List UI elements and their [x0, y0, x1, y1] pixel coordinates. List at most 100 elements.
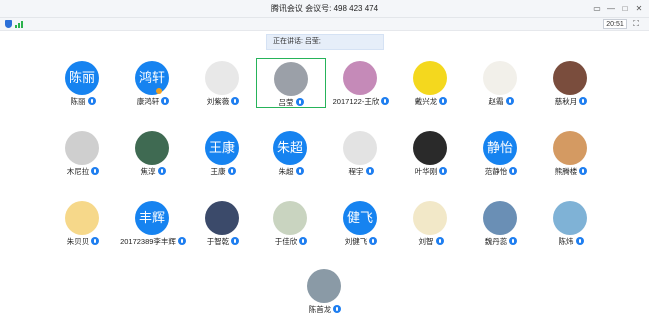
participant-tile[interactable]: 魏丹蕊	[466, 198, 536, 248]
participant-avatar: 丰辉	[135, 201, 169, 235]
participant-tile[interactable]: 陈首龙	[290, 266, 360, 316]
participant-avatar	[553, 131, 587, 165]
participant-tile[interactable]: 赵霜	[466, 58, 536, 108]
participant-tile[interactable]: 焦淳	[118, 128, 188, 178]
microphone-icon[interactable]	[509, 167, 518, 175]
participant-avatar	[343, 131, 377, 165]
participant-avatar: 陈丽	[65, 61, 99, 95]
microphone-icon[interactable]	[231, 237, 240, 245]
participant-name: 焦淳	[140, 167, 156, 176]
participant-tile[interactable]: 王康 王康	[188, 128, 258, 178]
network-signal-icon[interactable]	[15, 21, 23, 28]
participant-label: 慈秋月	[536, 96, 606, 107]
microphone-icon[interactable]	[91, 167, 100, 175]
participant-label: 吕莹	[257, 97, 325, 108]
participant-tile[interactable]: 叶华刚	[396, 128, 466, 178]
participant-tile[interactable]: 戴兴龙	[396, 58, 466, 108]
microphone-icon[interactable]	[575, 237, 584, 245]
participant-tile[interactable]: 吕莹	[256, 58, 326, 108]
participant-tile[interactable]: 静怡 范静怡	[466, 128, 536, 178]
microphone-icon[interactable]	[579, 167, 588, 175]
participant-label: 戴兴龙	[396, 96, 466, 107]
title-bar: 腾讯会议 会议号: 498 423 474 ▭ — □ ✕	[0, 0, 649, 18]
microphone-icon[interactable]	[369, 237, 378, 245]
microphone-icon[interactable]	[227, 167, 236, 175]
participant-tile[interactable]: 陈炜	[536, 198, 606, 248]
fullscreen-icon[interactable]: ⛶	[631, 19, 641, 29]
microphone-icon[interactable]	[439, 97, 448, 105]
participant-name: 朱超	[278, 167, 294, 176]
participant-tile[interactable]: 慈秋月	[536, 58, 606, 108]
microphone-icon[interactable]	[299, 237, 308, 245]
participant-tile[interactable]: 熊腾楼	[536, 128, 606, 178]
microphone-icon[interactable]	[579, 97, 588, 105]
participant-name: 熊腾楼	[554, 167, 578, 176]
participant-label: 焦淳	[118, 166, 188, 177]
participant-name: 木尼拉	[66, 167, 90, 176]
maximize-icon[interactable]: □	[619, 2, 631, 15]
microphone-icon[interactable]	[161, 97, 170, 105]
microphone-icon[interactable]	[177, 237, 186, 245]
participant-tile[interactable]: 木尼拉	[48, 128, 118, 178]
microphone-icon[interactable]	[157, 167, 166, 175]
microphone-icon[interactable]	[435, 237, 444, 245]
participant-tile[interactable]: 丰辉 20172389李丰辉	[118, 198, 188, 248]
microphone-icon[interactable]	[439, 167, 448, 175]
participant-name: 朱贝贝	[66, 237, 90, 246]
participant-name: 康鸿轩	[136, 97, 160, 106]
participant-tile[interactable]: 陈丽 陈丽	[48, 58, 118, 108]
participant-label: 朱贝贝	[48, 236, 118, 247]
microphone-icon[interactable]	[295, 167, 304, 175]
participant-label: 王康	[188, 166, 258, 177]
participant-label: 叶华刚	[396, 166, 466, 177]
participant-label: 刘健飞	[326, 236, 396, 247]
minimize-icon[interactable]: —	[605, 2, 617, 15]
participant-avatar: 朱超	[273, 131, 307, 165]
microphone-icon[interactable]	[509, 237, 518, 245]
participant-tile[interactable]: 朱超 朱超	[256, 128, 326, 178]
participant-label: 刘智	[396, 236, 466, 247]
participant-name: 20172389李丰辉	[120, 237, 176, 246]
participant-name: 叶华刚	[414, 167, 438, 176]
participant-tile[interactable]: 刘紫薇	[188, 58, 258, 108]
participant-name: 于智乾	[206, 237, 230, 246]
microphone-icon[interactable]	[231, 97, 240, 105]
microphone-icon[interactable]	[91, 237, 100, 245]
meeting-time: 20:51	[603, 19, 627, 29]
participant-label: 于佳欣	[256, 236, 326, 247]
participant-label: 陈炜	[536, 236, 606, 247]
microphone-icon[interactable]	[381, 97, 390, 105]
participant-avatar	[65, 201, 99, 235]
participant-tile[interactable]: 刘智	[396, 198, 466, 248]
participant-tile[interactable]: 程宇	[326, 128, 396, 178]
participant-name: 魏丹蕊	[484, 237, 508, 246]
participant-tile[interactable]: 健飞 刘健飞	[326, 198, 396, 248]
participant-name: 陈炜	[558, 237, 574, 246]
participant-avatar	[273, 201, 307, 235]
participant-name: 于佳欣	[274, 237, 298, 246]
security-shield-icon[interactable]	[5, 20, 12, 28]
participant-tile[interactable]: 于佳欣	[256, 198, 326, 248]
participant-avatar	[205, 61, 239, 95]
microphone-icon[interactable]	[333, 305, 342, 313]
participant-name: 刘健飞	[344, 237, 368, 246]
participant-tile[interactable]: 于智乾	[188, 198, 258, 248]
participant-tile[interactable]: 鸿轩 康鸿轩	[118, 58, 188, 108]
microphone-icon[interactable]	[295, 98, 304, 106]
participant-avatar	[553, 61, 587, 95]
microphone-icon[interactable]	[365, 167, 374, 175]
participant-tile[interactable]: 朱贝贝	[48, 198, 118, 248]
participant-name: 2017122-王欣	[332, 97, 380, 106]
microphone-icon[interactable]	[505, 97, 514, 105]
participant-avatar	[413, 61, 447, 95]
close-icon[interactable]: ✕	[633, 2, 645, 15]
participant-avatar	[413, 131, 447, 165]
pin-icon[interactable]: ▭	[591, 2, 603, 15]
participant-avatar	[65, 131, 99, 165]
participant-tile[interactable]: 2017122-王欣	[326, 58, 396, 108]
participant-avatar	[135, 131, 169, 165]
microphone-icon[interactable]	[87, 97, 96, 105]
participant-name: 慈秋月	[554, 97, 578, 106]
participant-name: 程宇	[348, 167, 364, 176]
participant-avatar	[483, 61, 517, 95]
